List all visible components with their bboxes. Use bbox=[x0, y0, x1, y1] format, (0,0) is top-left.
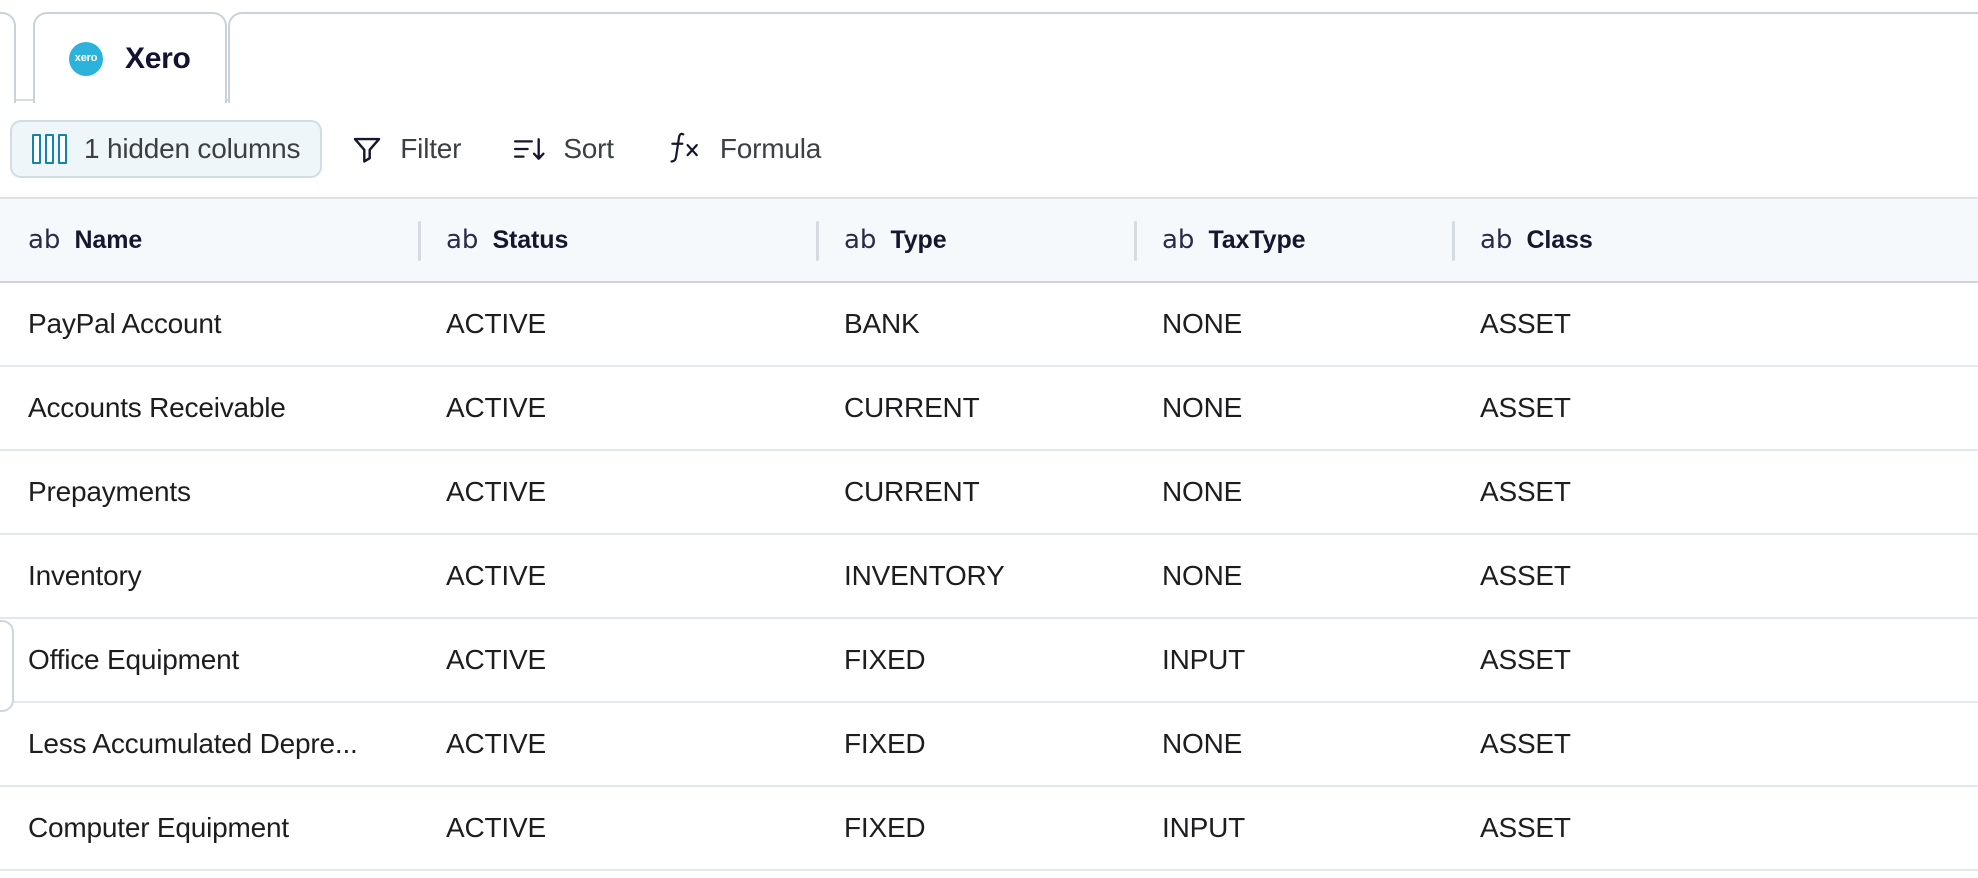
column-divider[interactable] bbox=[1452, 221, 1455, 261]
cell-class[interactable]: ASSET bbox=[1452, 535, 1978, 617]
cell-taxtype[interactable]: INPUT bbox=[1134, 787, 1452, 869]
cell-class[interactable]: ASSET bbox=[1452, 451, 1978, 533]
cell-taxtype[interactable]: INPUT bbox=[1134, 619, 1452, 701]
cell-status[interactable]: ACTIVE bbox=[418, 535, 816, 617]
column-header-type[interactable]: ab Type bbox=[816, 199, 1134, 281]
table-row[interactable]: Less Accumulated Depre... ACTIVE FIXED N… bbox=[0, 703, 1978, 787]
filter-button[interactable]: Filter bbox=[328, 120, 483, 178]
table-row[interactable]: PayPal Account ACTIVE BANK NONE ASSET bbox=[0, 283, 1978, 367]
tab-strip-left-edge bbox=[0, 12, 16, 103]
cell-name[interactable]: Office Equipment bbox=[0, 619, 418, 701]
filter-label: Filter bbox=[400, 133, 461, 165]
hidden-columns-label: 1 hidden columns bbox=[84, 133, 300, 165]
cell-name[interactable]: PayPal Account bbox=[0, 283, 418, 365]
cell-status[interactable]: ACTIVE bbox=[418, 703, 816, 785]
column-divider[interactable] bbox=[1134, 221, 1137, 261]
column-divider[interactable] bbox=[418, 221, 421, 261]
xero-logo-icon: xero bbox=[69, 42, 103, 76]
cell-status[interactable]: ACTIVE bbox=[418, 787, 816, 869]
grid-body: PayPal Account ACTIVE BANK NONE ASSET Ac… bbox=[0, 283, 1978, 871]
cell-class[interactable]: ASSET bbox=[1452, 787, 1978, 869]
fx-icon bbox=[664, 131, 704, 167]
text-type-icon: ab bbox=[1480, 227, 1512, 253]
cell-taxtype[interactable]: NONE bbox=[1134, 283, 1452, 365]
cell-class[interactable]: ASSET bbox=[1452, 367, 1978, 449]
table-row[interactable]: Office Equipment ACTIVE FIXED INPUT ASSE… bbox=[0, 619, 1978, 703]
column-header-label: Class bbox=[1526, 226, 1592, 255]
cell-name[interactable]: Less Accumulated Depre... bbox=[0, 703, 418, 785]
column-header-taxtype[interactable]: ab TaxType bbox=[1134, 199, 1452, 281]
column-header-label: Status bbox=[492, 226, 568, 255]
cell-class[interactable]: ASSET bbox=[1452, 703, 1978, 785]
formula-label: Formula bbox=[720, 133, 821, 165]
cell-name[interactable]: Prepayments bbox=[0, 451, 418, 533]
text-type-icon: ab bbox=[28, 227, 60, 253]
cell-name[interactable]: Computer Equipment bbox=[0, 787, 418, 869]
column-header-label: Name bbox=[74, 226, 142, 255]
table-row[interactable]: Accounts Receivable ACTIVE CURRENT NONE … bbox=[0, 367, 1978, 451]
cell-status[interactable]: ACTIVE bbox=[418, 451, 816, 533]
cell-status[interactable]: ACTIVE bbox=[418, 619, 816, 701]
cell-taxtype[interactable]: NONE bbox=[1134, 703, 1452, 785]
grid-header-row: ab Name ab Status ab Type ab TaxType ab … bbox=[0, 199, 1978, 283]
cell-type[interactable]: CURRENT bbox=[816, 367, 1134, 449]
cell-type[interactable]: CURRENT bbox=[816, 451, 1134, 533]
toolbar: 1 hidden columns Filter Sort Formula bbox=[0, 101, 1978, 199]
table-row[interactable]: Prepayments ACTIVE CURRENT NONE ASSET bbox=[0, 451, 1978, 535]
cell-type[interactable]: INVENTORY bbox=[816, 535, 1134, 617]
text-type-icon: ab bbox=[446, 227, 478, 253]
column-divider[interactable] bbox=[816, 221, 819, 261]
funnel-icon bbox=[350, 132, 384, 166]
columns-icon bbox=[32, 134, 68, 164]
sort-label: Sort bbox=[563, 133, 614, 165]
column-header-label: Type bbox=[890, 226, 946, 255]
formula-button[interactable]: Formula bbox=[642, 120, 843, 178]
sort-descending-icon bbox=[511, 132, 547, 166]
table-row[interactable]: Computer Equipment ACTIVE FIXED INPUT AS… bbox=[0, 787, 1978, 871]
cell-name[interactable]: Accounts Receivable bbox=[0, 367, 418, 449]
cell-taxtype[interactable]: NONE bbox=[1134, 451, 1452, 533]
sort-button[interactable]: Sort bbox=[489, 120, 636, 178]
cell-class[interactable]: ASSET bbox=[1452, 283, 1978, 365]
cell-status[interactable]: ACTIVE bbox=[418, 283, 816, 365]
hidden-columns-button[interactable]: 1 hidden columns bbox=[10, 120, 322, 178]
data-grid: ab Name ab Status ab Type ab TaxType ab … bbox=[0, 199, 1978, 871]
text-type-icon: ab bbox=[1162, 227, 1194, 253]
xero-logo-text: xero bbox=[75, 53, 97, 64]
tab-title: Xero bbox=[125, 42, 191, 76]
column-header-label: TaxType bbox=[1208, 226, 1305, 255]
column-header-status[interactable]: ab Status bbox=[418, 199, 816, 281]
tab-xero[interactable]: xero Xero bbox=[33, 12, 227, 103]
column-header-class[interactable]: ab Class bbox=[1452, 199, 1978, 281]
tab-strip-right-area bbox=[228, 12, 1978, 103]
cell-taxtype[interactable]: NONE bbox=[1134, 367, 1452, 449]
cell-name[interactable]: Inventory bbox=[0, 535, 418, 617]
column-header-name[interactable]: ab Name bbox=[0, 199, 418, 281]
cell-class[interactable]: ASSET bbox=[1452, 619, 1978, 701]
cell-type[interactable]: FIXED bbox=[816, 703, 1134, 785]
tab-strip: xero Xero bbox=[0, 0, 1978, 101]
table-row[interactable]: Inventory ACTIVE INVENTORY NONE ASSET bbox=[0, 535, 1978, 619]
cell-type[interactable]: FIXED bbox=[816, 619, 1134, 701]
cell-status[interactable]: ACTIVE bbox=[418, 367, 816, 449]
cell-type[interactable]: FIXED bbox=[816, 787, 1134, 869]
text-type-icon: ab bbox=[844, 227, 876, 253]
cell-taxtype[interactable]: NONE bbox=[1134, 535, 1452, 617]
cell-type[interactable]: BANK bbox=[816, 283, 1134, 365]
